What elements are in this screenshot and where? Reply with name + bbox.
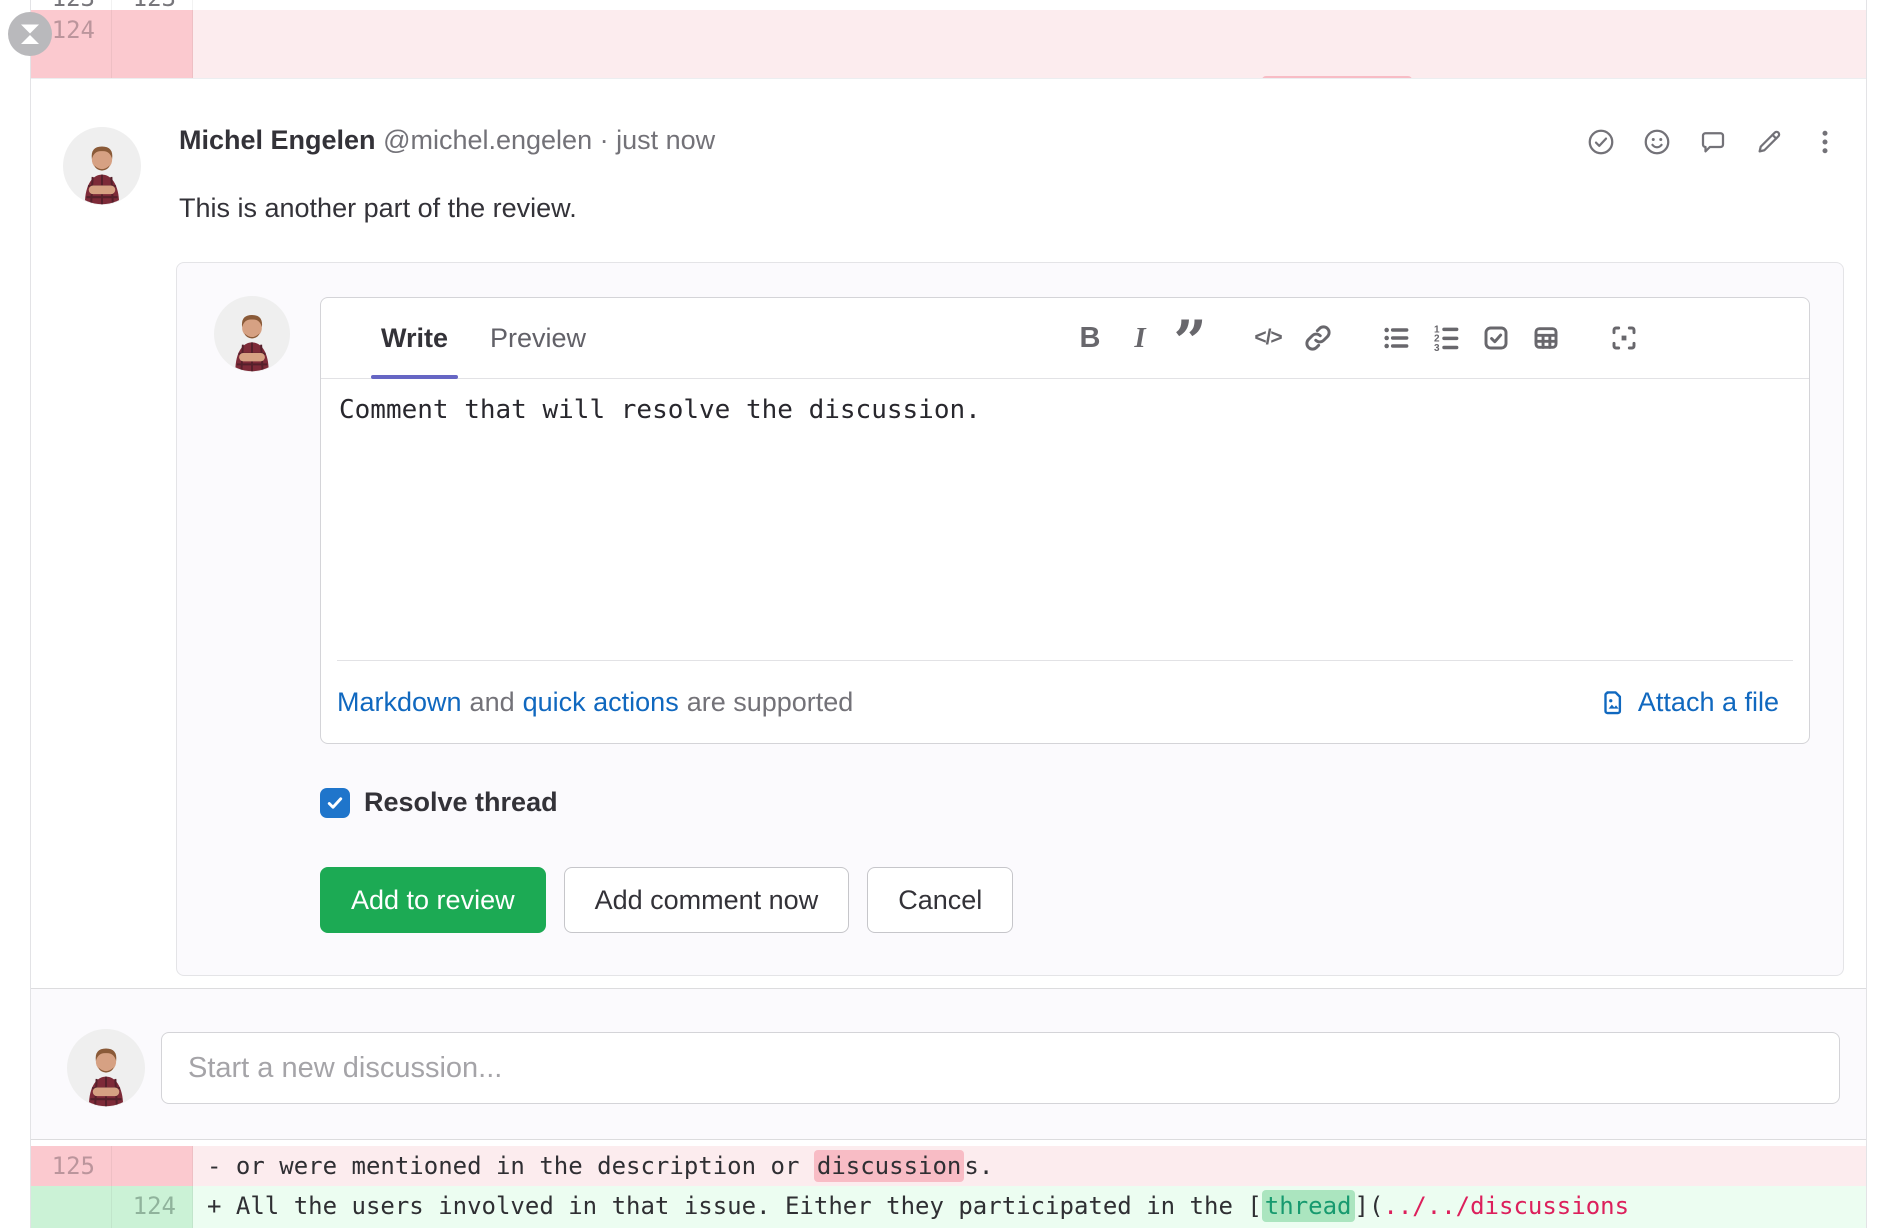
resolve-thread-row: Resolve thread xyxy=(320,787,558,818)
resolve-thread-checkbox[interactable] xyxy=(320,788,350,818)
timestamp[interactable]: just now xyxy=(616,125,715,155)
add-to-review-button[interactable]: Add to review xyxy=(320,867,546,933)
avatar xyxy=(214,296,290,372)
diff-code-cell xyxy=(193,0,1866,10)
cancel-button[interactable]: Cancel xyxy=(867,867,1013,933)
bulleted-list-icon[interactable] xyxy=(1376,318,1416,358)
comment-actions xyxy=(1586,127,1840,157)
attach-file-icon xyxy=(1598,688,1628,718)
code-url-text: ../../discussions xyxy=(1383,1192,1629,1220)
diff-row-previous: 123 123 xyxy=(31,0,1866,10)
diff-row-removed-125[interactable]: 125 - or were mentioned in the descripti… xyxy=(31,1146,1866,1186)
comment-header: Michel Engelen @michel.engelen · just no… xyxy=(179,123,715,157)
svg-text:3: 3 xyxy=(1434,343,1440,354)
tab-write[interactable]: Write xyxy=(371,298,458,379)
markdown-link[interactable]: Markdown xyxy=(337,687,462,718)
note-text: are supported xyxy=(687,687,854,718)
quote-icon[interactable]: ” xyxy=(1170,318,1210,358)
diff-code-cell: - or were mentioned in the description o… xyxy=(193,1146,1866,1186)
diff-thread-frame: 123 123 124 - All the users involved in … xyxy=(30,0,1867,1228)
avatar xyxy=(67,1029,145,1107)
changed-word-highlight: discussion xyxy=(814,1150,965,1182)
quick-actions-link[interactable]: quick actions xyxy=(523,687,679,718)
link-icon[interactable] xyxy=(1298,318,1338,358)
old-line-number-gutter xyxy=(31,1186,112,1228)
add-reaction-smiley-icon[interactable] xyxy=(1642,127,1672,157)
diff-row-added-124[interactable]: 124 + All the users involved in that iss… xyxy=(31,1186,1866,1228)
add-comment-now-button[interactable]: Add comment now xyxy=(564,867,850,933)
check-icon xyxy=(325,793,345,813)
reply-comment-icon[interactable] xyxy=(1698,127,1728,157)
new-line-number-gutter: 123 xyxy=(112,0,193,10)
code-text: + All the users involved in that issue. … xyxy=(207,1192,1262,1220)
reply-form: Write Preview B I ” </> xyxy=(176,262,1844,976)
old-line-number: 125 xyxy=(52,1152,95,1180)
diff-code-cell: - All the users involved in that issue. … xyxy=(193,10,1866,78)
collapse-diff-icon[interactable] xyxy=(8,12,52,56)
new-line-number: 123 xyxy=(133,0,176,10)
old-line-number-gutter: 123 xyxy=(31,0,112,10)
editor-tabbar: Write Preview B I ” </> xyxy=(321,298,1809,379)
form-buttons: Add to review Add comment now Cancel xyxy=(320,867,1013,933)
changed-word-highlight: thread xyxy=(1262,1190,1355,1222)
code-text: ]( xyxy=(1355,1192,1384,1220)
resolve-thread-check-icon[interactable] xyxy=(1586,127,1616,157)
table-icon[interactable] xyxy=(1526,318,1566,358)
separator-dot: · xyxy=(600,125,609,155)
markdown-support-note: Markdown and quick actions are supported xyxy=(337,687,853,718)
italic-icon[interactable]: I xyxy=(1120,318,1160,358)
editor-footer: Markdown and quick actions are supported… xyxy=(337,660,1793,744)
code-text: s. xyxy=(964,1152,993,1180)
new-line-number-gutter[interactable]: 124 xyxy=(112,1186,193,1228)
discussion-thread-card: Michel Engelen @michel.engelen · just no… xyxy=(31,78,1866,988)
old-line-number: 124 xyxy=(52,16,95,44)
new-line-number-gutter xyxy=(112,10,193,78)
note-text: and xyxy=(470,687,515,718)
comment-body: This is another part of the review. xyxy=(179,193,577,224)
resolve-thread-label[interactable]: Resolve thread xyxy=(364,787,558,818)
task-list-icon[interactable] xyxy=(1476,318,1516,358)
comment-textarea[interactable]: Comment that will resolve the discussion… xyxy=(321,379,1809,660)
author-name[interactable]: Michel Engelen xyxy=(179,125,376,155)
fullscreen-icon[interactable] xyxy=(1604,318,1644,358)
diff-row-removed-124[interactable]: 124 - All the users involved in that iss… xyxy=(31,10,1866,78)
attach-file-label: Attach a file xyxy=(1638,687,1779,718)
bold-icon[interactable]: B xyxy=(1070,318,1110,358)
new-discussion-input[interactable] xyxy=(161,1032,1840,1104)
author-handle[interactable]: @michel.engelen xyxy=(383,125,592,155)
new-line-number: 124 xyxy=(133,1192,176,1220)
new-discussion-bar xyxy=(31,988,1866,1140)
code-text: - or were mentioned in the description o… xyxy=(207,1152,814,1180)
edit-pencil-icon[interactable] xyxy=(1754,127,1784,157)
new-line-number-gutter xyxy=(112,1146,193,1186)
old-line-number: 123 xyxy=(52,0,95,10)
editor-toolbar: B I ” </> 123 xyxy=(1070,318,1644,358)
diff-code-cell: + All the users involved in that issue. … xyxy=(193,1186,1866,1228)
code-icon[interactable]: </> xyxy=(1248,318,1288,358)
old-line-number-gutter[interactable]: 125 xyxy=(31,1146,112,1186)
numbered-list-icon[interactable]: 123 xyxy=(1426,318,1466,358)
tab-preview[interactable]: Preview xyxy=(480,298,596,379)
markdown-editor: Write Preview B I ” </> xyxy=(320,297,1810,744)
attach-file-button[interactable]: Attach a file xyxy=(1598,687,1779,718)
avatar[interactable] xyxy=(63,127,141,205)
more-actions-ellipsis-icon[interactable] xyxy=(1810,127,1840,157)
